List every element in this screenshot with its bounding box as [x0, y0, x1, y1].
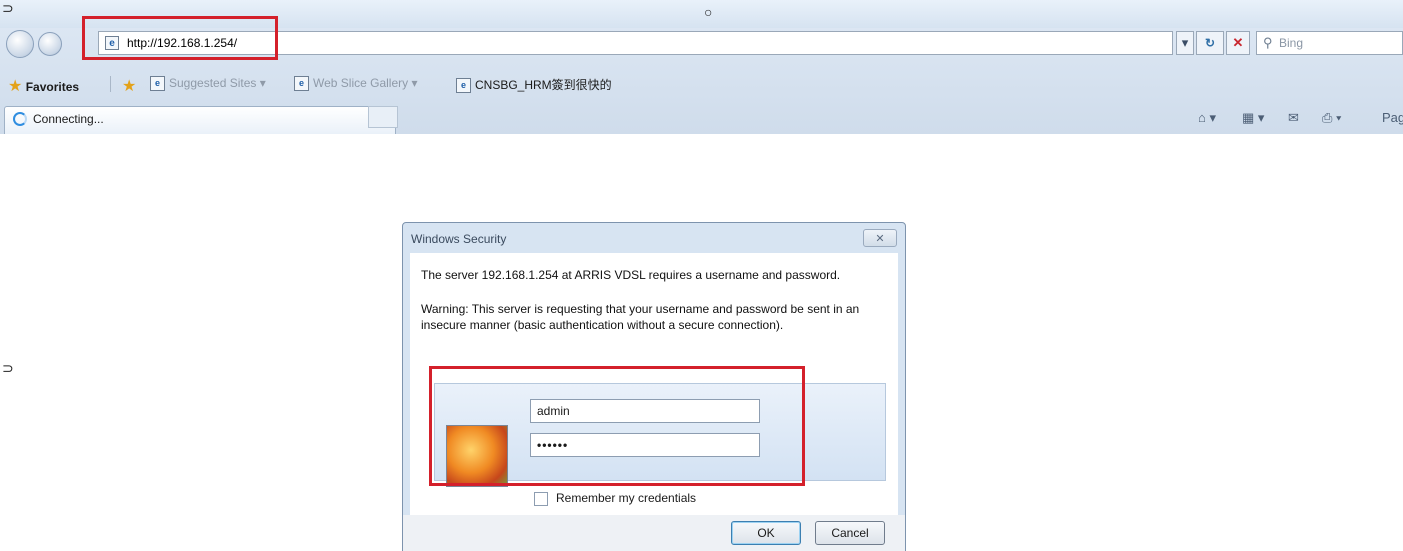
- stop-button[interactable]: ✕: [1226, 31, 1250, 55]
- page-menu-button[interactable]: Pag: [1382, 110, 1403, 125]
- favorites-star-icon: ★: [8, 78, 23, 95]
- search-icon: ⚲: [1263, 35, 1273, 50]
- favorite-suggested-sites[interactable]: e Suggested Sites ▾: [150, 76, 266, 92]
- forward-button[interactable]: [38, 32, 62, 56]
- mail-icon[interactable]: ✉: [1288, 110, 1299, 126]
- refresh-button[interactable]: ↻: [1196, 31, 1224, 55]
- left-edge-marker: ⊃: [2, 360, 14, 376]
- dialog-title: Windows Security: [411, 232, 507, 246]
- favorite-cnsbg-hrm[interactable]: e CNSBG_HRM簽到很快的: [456, 76, 612, 94]
- tab-label: Connecting...: [33, 112, 104, 126]
- dialog-close-button[interactable]: ✕: [863, 229, 897, 247]
- add-favorite-icon: ★: [122, 78, 137, 95]
- top-left-marker: ⊃: [2, 0, 14, 16]
- search-placeholder: Bing: [1279, 36, 1304, 50]
- top-circle-marker: ○: [704, 4, 713, 20]
- favorites-separator: [110, 76, 111, 92]
- ie-page-icon: e: [150, 76, 165, 92]
- search-box[interactable]: ⚲ Bing: [1256, 31, 1403, 55]
- tab-bar: Connecting... ⌂ ▾ ▦ ▾ ✉ ⎙ ▾ Pag: [0, 102, 1403, 134]
- address-dropdown-button[interactable]: ▾: [1176, 31, 1194, 55]
- remember-credentials-checkbox[interactable]: Remember my credentials: [534, 491, 696, 506]
- checkbox-box[interactable]: [534, 491, 548, 506]
- dialog-message: The server 192.168.1.254 at ARRIS VDSL r…: [421, 268, 841, 282]
- tab-connecting[interactable]: Connecting...: [4, 106, 396, 134]
- ie-page-icon: e: [294, 76, 309, 92]
- feeds-icon[interactable]: ▦ ▾: [1242, 110, 1264, 126]
- ok-button[interactable]: OK: [731, 521, 801, 545]
- home-icon[interactable]: ⌂ ▾: [1198, 110, 1216, 126]
- favorite-web-slice-gallery[interactable]: e Web Slice Gallery ▾: [294, 76, 418, 92]
- new-tab-button[interactable]: [368, 106, 398, 128]
- credentials-highlight-box: [429, 366, 805, 486]
- favorites-button[interactable]: ★ Favorites: [8, 76, 79, 96]
- dialog-warning: Warning: This server is requesting that …: [421, 302, 860, 332]
- print-icon[interactable]: ⎙ ▾: [1322, 110, 1341, 126]
- loading-spinner-icon: [13, 112, 27, 126]
- back-button[interactable]: [6, 30, 34, 58]
- favorites-bar: ★ Favorites ★ e Suggested Sites ▾ e Web Sl…: [0, 70, 1403, 98]
- cancel-button[interactable]: Cancel: [815, 521, 885, 545]
- add-to-favorites-button[interactable]: ★: [122, 76, 136, 96]
- dialog-footer: OK Cancel: [403, 515, 905, 551]
- ie-page-icon: e: [456, 78, 471, 94]
- address-highlight-box: [82, 16, 278, 60]
